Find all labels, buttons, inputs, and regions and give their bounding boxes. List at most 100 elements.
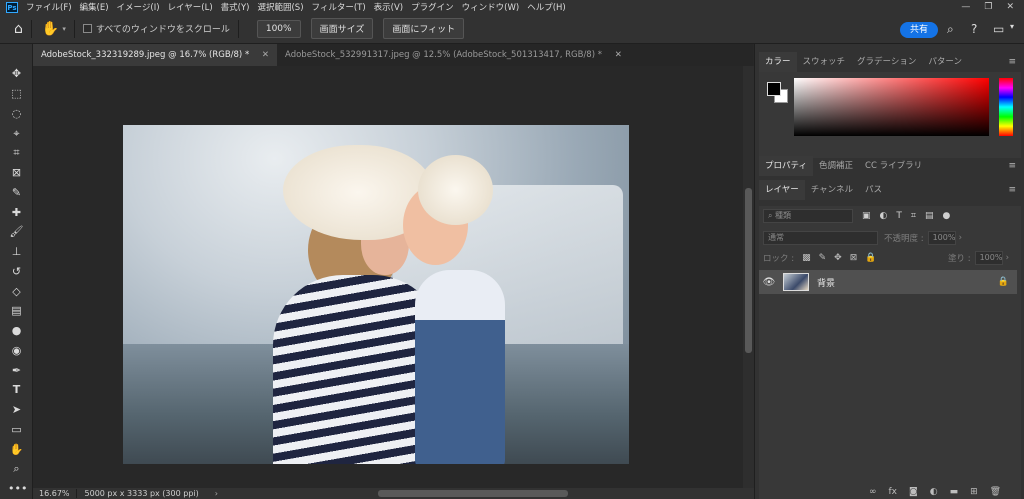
crop-tool-icon[interactable]: ⌗ — [8, 145, 25, 161]
zoom-100-button[interactable]: 100% — [256, 19, 301, 38]
tab-properties[interactable]: プロパティ — [759, 156, 813, 176]
adjustment-filter-icon[interactable]: ◐ — [880, 211, 888, 221]
filter-toggle-icon[interactable]: ● — [942, 211, 950, 221]
hand-tool-icon[interactable]: ✋ — [8, 442, 25, 458]
gradient-tool-icon[interactable]: ▤ — [8, 303, 25, 319]
tab-paths[interactable]: パス — [859, 180, 888, 200]
tab-document-2[interactable]: AdobeStock_532991317.jpeg @ 12.5% (Adobe… — [277, 44, 630, 66]
search-icon[interactable]: ⌕ — [947, 22, 954, 37]
visibility-eye-icon[interactable]: 👁 — [759, 277, 779, 288]
fill-input[interactable]: 100% — [974, 251, 1003, 265]
lock-artboard-icon[interactable]: ⊠ — [850, 253, 858, 263]
hand-tool-icon[interactable]: ✋ — [42, 21, 59, 37]
layer-style-icon[interactable]: fx — [889, 487, 898, 497]
dodge-tool-icon[interactable]: ◉ — [8, 343, 25, 359]
move-tool-icon[interactable]: ✥ — [8, 66, 25, 82]
add-mask-icon[interactable]: ◙ — [909, 487, 918, 497]
lock-image-icon[interactable]: ✎ — [819, 253, 827, 263]
new-layer-icon[interactable]: ⊞ — [970, 487, 978, 497]
tab-color[interactable]: カラー — [759, 52, 797, 72]
color-picker-field[interactable] — [794, 78, 989, 136]
menu-view[interactable]: 表示(V) — [370, 1, 407, 13]
link-layers-icon[interactable]: ∞ — [869, 487, 877, 497]
panel-menu-icon[interactable]: ≡ — [1008, 57, 1016, 67]
object-select-tool-icon[interactable]: ⌖ — [8, 126, 25, 142]
menu-layer[interactable]: レイヤー(L) — [164, 1, 217, 13]
layer-name[interactable]: 背景 — [817, 276, 835, 289]
panel-menu-icon[interactable]: ≡ — [1008, 161, 1016, 171]
menu-file[interactable]: ファイル(F) — [22, 1, 76, 13]
tab-channels[interactable]: チャンネル — [805, 180, 859, 200]
rectangle-tool-icon[interactable]: ▭ — [8, 422, 25, 438]
type-filter-icon[interactable]: T — [896, 211, 902, 221]
menu-plugins[interactable]: プラグイン — [407, 1, 458, 13]
image-filter-icon[interactable]: ▣ — [862, 211, 871, 221]
close-icon[interactable]: ✕ — [615, 50, 622, 60]
brush-tool-icon[interactable]: 🖌 — [8, 224, 25, 240]
chevron-down-icon[interactable]: ▾ — [1010, 22, 1014, 31]
maximize-icon[interactable]: ❐ — [984, 2, 992, 12]
fill-screen-button[interactable]: 画面にフィット — [383, 18, 465, 39]
document-image[interactable] — [123, 125, 629, 464]
smart-object-filter-icon[interactable]: ▤ — [925, 211, 934, 221]
layer-row[interactable]: 👁 背景 🔒 — [759, 270, 1017, 294]
scroll-all-windows-checkbox[interactable]: すべてのウィンドウをスクロール — [82, 22, 230, 35]
menu-edit[interactable]: 編集(E) — [76, 1, 113, 13]
type-tool-icon[interactable]: T — [8, 382, 25, 398]
close-icon[interactable]: ✕ — [262, 50, 269, 60]
horizontal-scrollbar-thumb[interactable] — [378, 490, 568, 497]
delete-layer-icon[interactable]: 🗑 — [990, 487, 1001, 497]
chevron-right-icon[interactable]: › — [215, 489, 218, 498]
new-group-icon[interactable]: ▬ — [950, 487, 959, 497]
chevron-down-icon[interactable]: ▾ — [62, 25, 66, 33]
tab-cc-libraries[interactable]: CC ライブラリ — [859, 156, 928, 176]
zoom-tool-icon[interactable]: ⌕ — [8, 461, 25, 477]
help-icon[interactable]: ? — [971, 22, 977, 36]
zoom-level[interactable]: 16.67% — [33, 489, 77, 498]
tab-layers[interactable]: レイヤー — [759, 180, 805, 200]
vertical-scrollbar[interactable] — [743, 66, 754, 488]
hue-slider[interactable] — [999, 78, 1013, 136]
checkbox-icon[interactable] — [82, 24, 92, 33]
scrollbar-thumb[interactable] — [745, 188, 752, 353]
eyedropper-tool-icon[interactable]: ✎ — [8, 185, 25, 201]
chevron-right-icon[interactable]: › — [959, 233, 962, 243]
adjustment-layer-icon[interactable]: ◐ — [930, 487, 938, 497]
panel-menu-icon[interactable]: ≡ — [1008, 185, 1016, 195]
frame-tool-icon[interactable]: ⊠ — [8, 165, 25, 181]
tab-swatches[interactable]: スウォッチ — [797, 52, 852, 72]
menu-select[interactable]: 選択範囲(S) — [253, 1, 307, 13]
lock-all-icon[interactable]: 🔒 — [865, 253, 876, 263]
tab-patterns[interactable]: パターン — [922, 52, 968, 72]
opacity-input[interactable]: 100% — [927, 231, 956, 245]
share-button[interactable]: 共有 — [900, 22, 938, 38]
layer-filter-dropdown[interactable]: ⌕ 種類 — [763, 209, 853, 223]
menu-filter[interactable]: フィルター(T) — [308, 1, 370, 13]
marquee-tool-icon[interactable]: ⬚ — [8, 86, 25, 102]
history-brush-tool-icon[interactable]: ↺ — [8, 264, 25, 280]
workspace-icon[interactable]: ▭ — [993, 22, 1004, 36]
menu-image[interactable]: イメージ(I) — [113, 1, 164, 13]
eraser-tool-icon[interactable]: ◇ — [8, 284, 25, 300]
pen-tool-icon[interactable]: ✒ — [8, 363, 25, 379]
canvas-area[interactable] — [33, 66, 743, 488]
chevron-right-icon[interactable]: › — [1006, 253, 1009, 263]
blend-mode-dropdown[interactable]: 通常 — [763, 231, 878, 245]
tab-adjustments[interactable]: 色調補正 — [813, 156, 859, 176]
path-select-tool-icon[interactable]: ➤ — [8, 402, 25, 418]
lock-pixels-icon[interactable]: ▩ — [802, 253, 811, 263]
blur-tool-icon[interactable]: ● — [8, 323, 25, 339]
lock-position-icon[interactable]: ✥ — [834, 253, 842, 263]
minimize-icon[interactable]: — — [961, 2, 970, 12]
shape-filter-icon[interactable]: ⌗ — [911, 211, 916, 221]
home-icon[interactable]: ⌂ — [14, 21, 23, 37]
fit-screen-button[interactable]: 画面サイズ — [310, 18, 374, 39]
menu-help[interactable]: ヘルプ(H) — [523, 1, 570, 13]
menu-window[interactable]: ウィンドウ(W) — [458, 1, 524, 13]
tab-gradients[interactable]: グラデーション — [851, 52, 922, 72]
lasso-tool-icon[interactable]: ◌ — [8, 106, 25, 122]
more-tools-icon[interactable]: ••• — [8, 481, 27, 497]
close-icon[interactable]: ✕ — [1006, 2, 1014, 12]
healing-brush-tool-icon[interactable]: ✚ — [8, 205, 25, 221]
clone-stamp-tool-icon[interactable]: ⊥ — [8, 244, 25, 260]
